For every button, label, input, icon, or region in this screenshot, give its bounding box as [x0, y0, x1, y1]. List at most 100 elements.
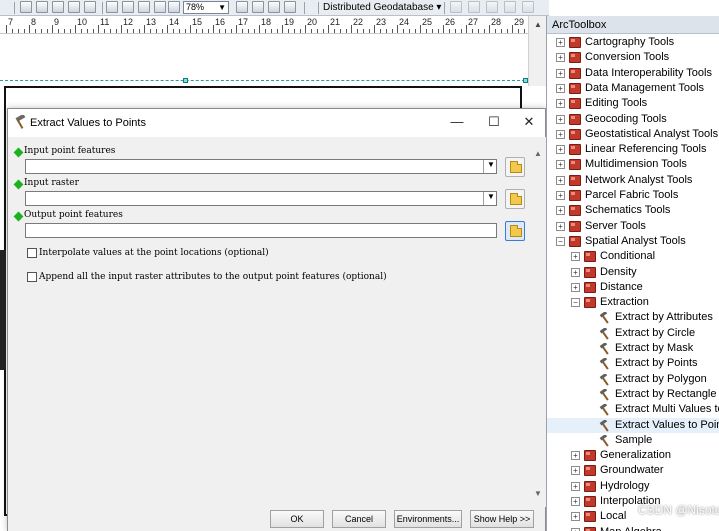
toolset-item[interactable]: + Conditional [547, 249, 719, 264]
minimize-icon[interactable]: — [450, 115, 464, 129]
zoom-in-icon[interactable] [20, 1, 32, 13]
ok-button[interactable]: OK [270, 510, 324, 528]
append-attributes-checkbox[interactable] [27, 272, 37, 282]
show-help-button[interactable]: Show Help >> [470, 510, 534, 528]
expand-icon[interactable]: + [556, 38, 565, 47]
interpolate-values-checkbox[interactable] [27, 248, 37, 258]
zoom-100-icon[interactable] [122, 1, 134, 13]
toolset-item[interactable]: + Density [547, 265, 719, 280]
pan-icon[interactable] [52, 1, 64, 13]
collapse-icon[interactable]: − [571, 298, 580, 308]
expand-icon[interactable]: + [571, 267, 580, 277]
expand-icon[interactable]: + [556, 221, 565, 231]
toolbox-item[interactable]: + Parcel Fabric Tools [547, 188, 719, 203]
layout-view-icon[interactable] [236, 1, 248, 13]
tool-item[interactable]: Extract by Attributes [547, 310, 719, 325]
layout-vertical-scrollbar[interactable]: ▲ [528, 16, 546, 86]
full-extent-icon[interactable] [68, 1, 80, 13]
expand-icon[interactable]: + [556, 206, 565, 216]
change-layout-icon[interactable] [252, 1, 264, 13]
output-point-features-field[interactable] [25, 223, 497, 238]
toolset-item[interactable]: + Hydrology [547, 479, 719, 494]
scroll-up-icon[interactable]: ▲ [534, 20, 542, 29]
expand-icon[interactable]: + [556, 145, 565, 155]
zoom-level-select[interactable]: 78% ▼ [183, 1, 229, 14]
toolset-item[interactable]: + Map Algebra [547, 525, 719, 531]
toolbox-item[interactable]: + Geostatistical Analyst Tools [547, 127, 719, 142]
back-extent-icon[interactable] [154, 1, 166, 13]
distributed-geodatabase-menu[interactable]: Distributed Geodatabase ▾ [323, 1, 441, 14]
zoom-whole-page-icon[interactable] [106, 1, 118, 13]
tool-item[interactable]: Extract by Points [547, 356, 719, 371]
input-raster-field[interactable]: ▼ [25, 191, 497, 206]
scroll-up-icon[interactable]: ▲ [534, 149, 542, 158]
tool-item[interactable]: Extract Values to Points [547, 417, 719, 433]
toolbox-item[interactable]: + Cartography Tools [547, 35, 719, 50]
toolset-item[interactable]: − Extraction [547, 295, 719, 310]
toolbox-item[interactable]: + Geocoding Tools [547, 112, 719, 127]
tool-item[interactable]: Extract by Polygon [547, 372, 719, 387]
toolbox-item[interactable]: + Editing Tools [547, 96, 719, 111]
synchronize-icon[interactable] [468, 1, 480, 13]
toolbox-item[interactable]: + Multidimension Tools [547, 157, 719, 172]
expand-icon[interactable]: + [571, 512, 580, 522]
export-message-icon[interactable] [504, 1, 516, 13]
input-point-features-field[interactable]: ▼ [25, 159, 497, 174]
tool-item[interactable]: Sample [547, 433, 719, 448]
toolbox-item[interactable]: + Schematics Tools [547, 203, 719, 218]
browse-output-points-button[interactable] [505, 221, 525, 241]
expand-icon[interactable]: + [571, 252, 580, 262]
expand-icon[interactable]: + [556, 191, 565, 200]
expand-icon[interactable]: + [556, 53, 565, 63]
toolset-item[interactable]: + Distance [547, 280, 719, 295]
dialog-vertical-scrollbar[interactable]: ▲ ▼ [530, 137, 546, 507]
tool-item[interactable]: Extract by Rectangle [547, 387, 719, 402]
collapse-icon[interactable]: − [556, 236, 565, 246]
selection-handle[interactable] [523, 78, 528, 83]
toolset-item[interactable]: + Generalization [547, 448, 719, 463]
create-replica-icon[interactable] [450, 1, 462, 13]
toolbox-item[interactable]: + Data Management Tools [547, 81, 719, 96]
expand-icon[interactable]: + [571, 527, 580, 531]
fixed-zoom-in-icon[interactable] [84, 1, 96, 13]
zoom-out-icon[interactable] [36, 1, 48, 13]
browse-input-raster-button[interactable] [505, 189, 525, 209]
environments-button[interactable]: Environments... [394, 510, 462, 528]
selection-handle[interactable] [183, 78, 188, 83]
scroll-down-icon[interactable]: ▼ [534, 489, 542, 498]
expand-icon[interactable]: + [571, 451, 580, 461]
toolbox-item[interactable]: + Data Interoperability Tools [547, 66, 719, 81]
expand-icon[interactable]: + [556, 175, 565, 185]
maximize-icon[interactable]: ☐ [487, 115, 501, 129]
close-icon[interactable]: ✕ [522, 115, 536, 129]
arctoolbox-header[interactable]: ArcToolbox [547, 16, 719, 34]
expand-icon[interactable]: + [571, 282, 580, 292]
dialog-title-bar[interactable]: Extract Values to Points — ☐ ✕ [8, 109, 545, 137]
input-raster-dropdown[interactable]: ▼ [483, 192, 496, 205]
replica-manager-icon[interactable] [522, 1, 534, 13]
toolbox-item[interactable]: + Conversion Tools [547, 50, 719, 65]
cancel-button[interactable]: Cancel [332, 510, 386, 528]
expand-icon[interactable]: + [556, 83, 565, 93]
toolbox-item[interactable]: + Linear Referencing Tools [547, 142, 719, 157]
expand-icon[interactable]: + [571, 497, 580, 506]
toolset-item[interactable]: + Groundwater [547, 463, 719, 478]
focus-data-frame-icon[interactable] [284, 1, 296, 13]
expand-icon[interactable]: + [556, 129, 565, 139]
tool-item[interactable]: Extract Multi Values to [547, 402, 719, 417]
input-point-features-dropdown[interactable]: ▼ [483, 160, 496, 173]
tool-item[interactable]: Extract by Circle [547, 326, 719, 341]
import-message-icon[interactable] [486, 1, 498, 13]
expand-icon[interactable]: + [556, 114, 565, 124]
expand-icon[interactable]: + [571, 466, 580, 476]
toolbox-item[interactable]: + Network Analyst Tools [547, 173, 719, 188]
browse-input-points-button[interactable] [505, 157, 525, 177]
forward-extent-icon[interactable] [168, 1, 180, 13]
expand-icon[interactable]: + [571, 481, 580, 491]
toolbox-item[interactable]: − Spatial Analyst Tools [547, 234, 719, 249]
tool-item[interactable]: Extract by Mask [547, 341, 719, 356]
expand-icon[interactable]: + [556, 68, 565, 78]
toggle-draft-icon[interactable] [138, 1, 150, 13]
data-driven-pages-icon[interactable] [268, 1, 280, 13]
expand-icon[interactable]: + [556, 160, 565, 170]
